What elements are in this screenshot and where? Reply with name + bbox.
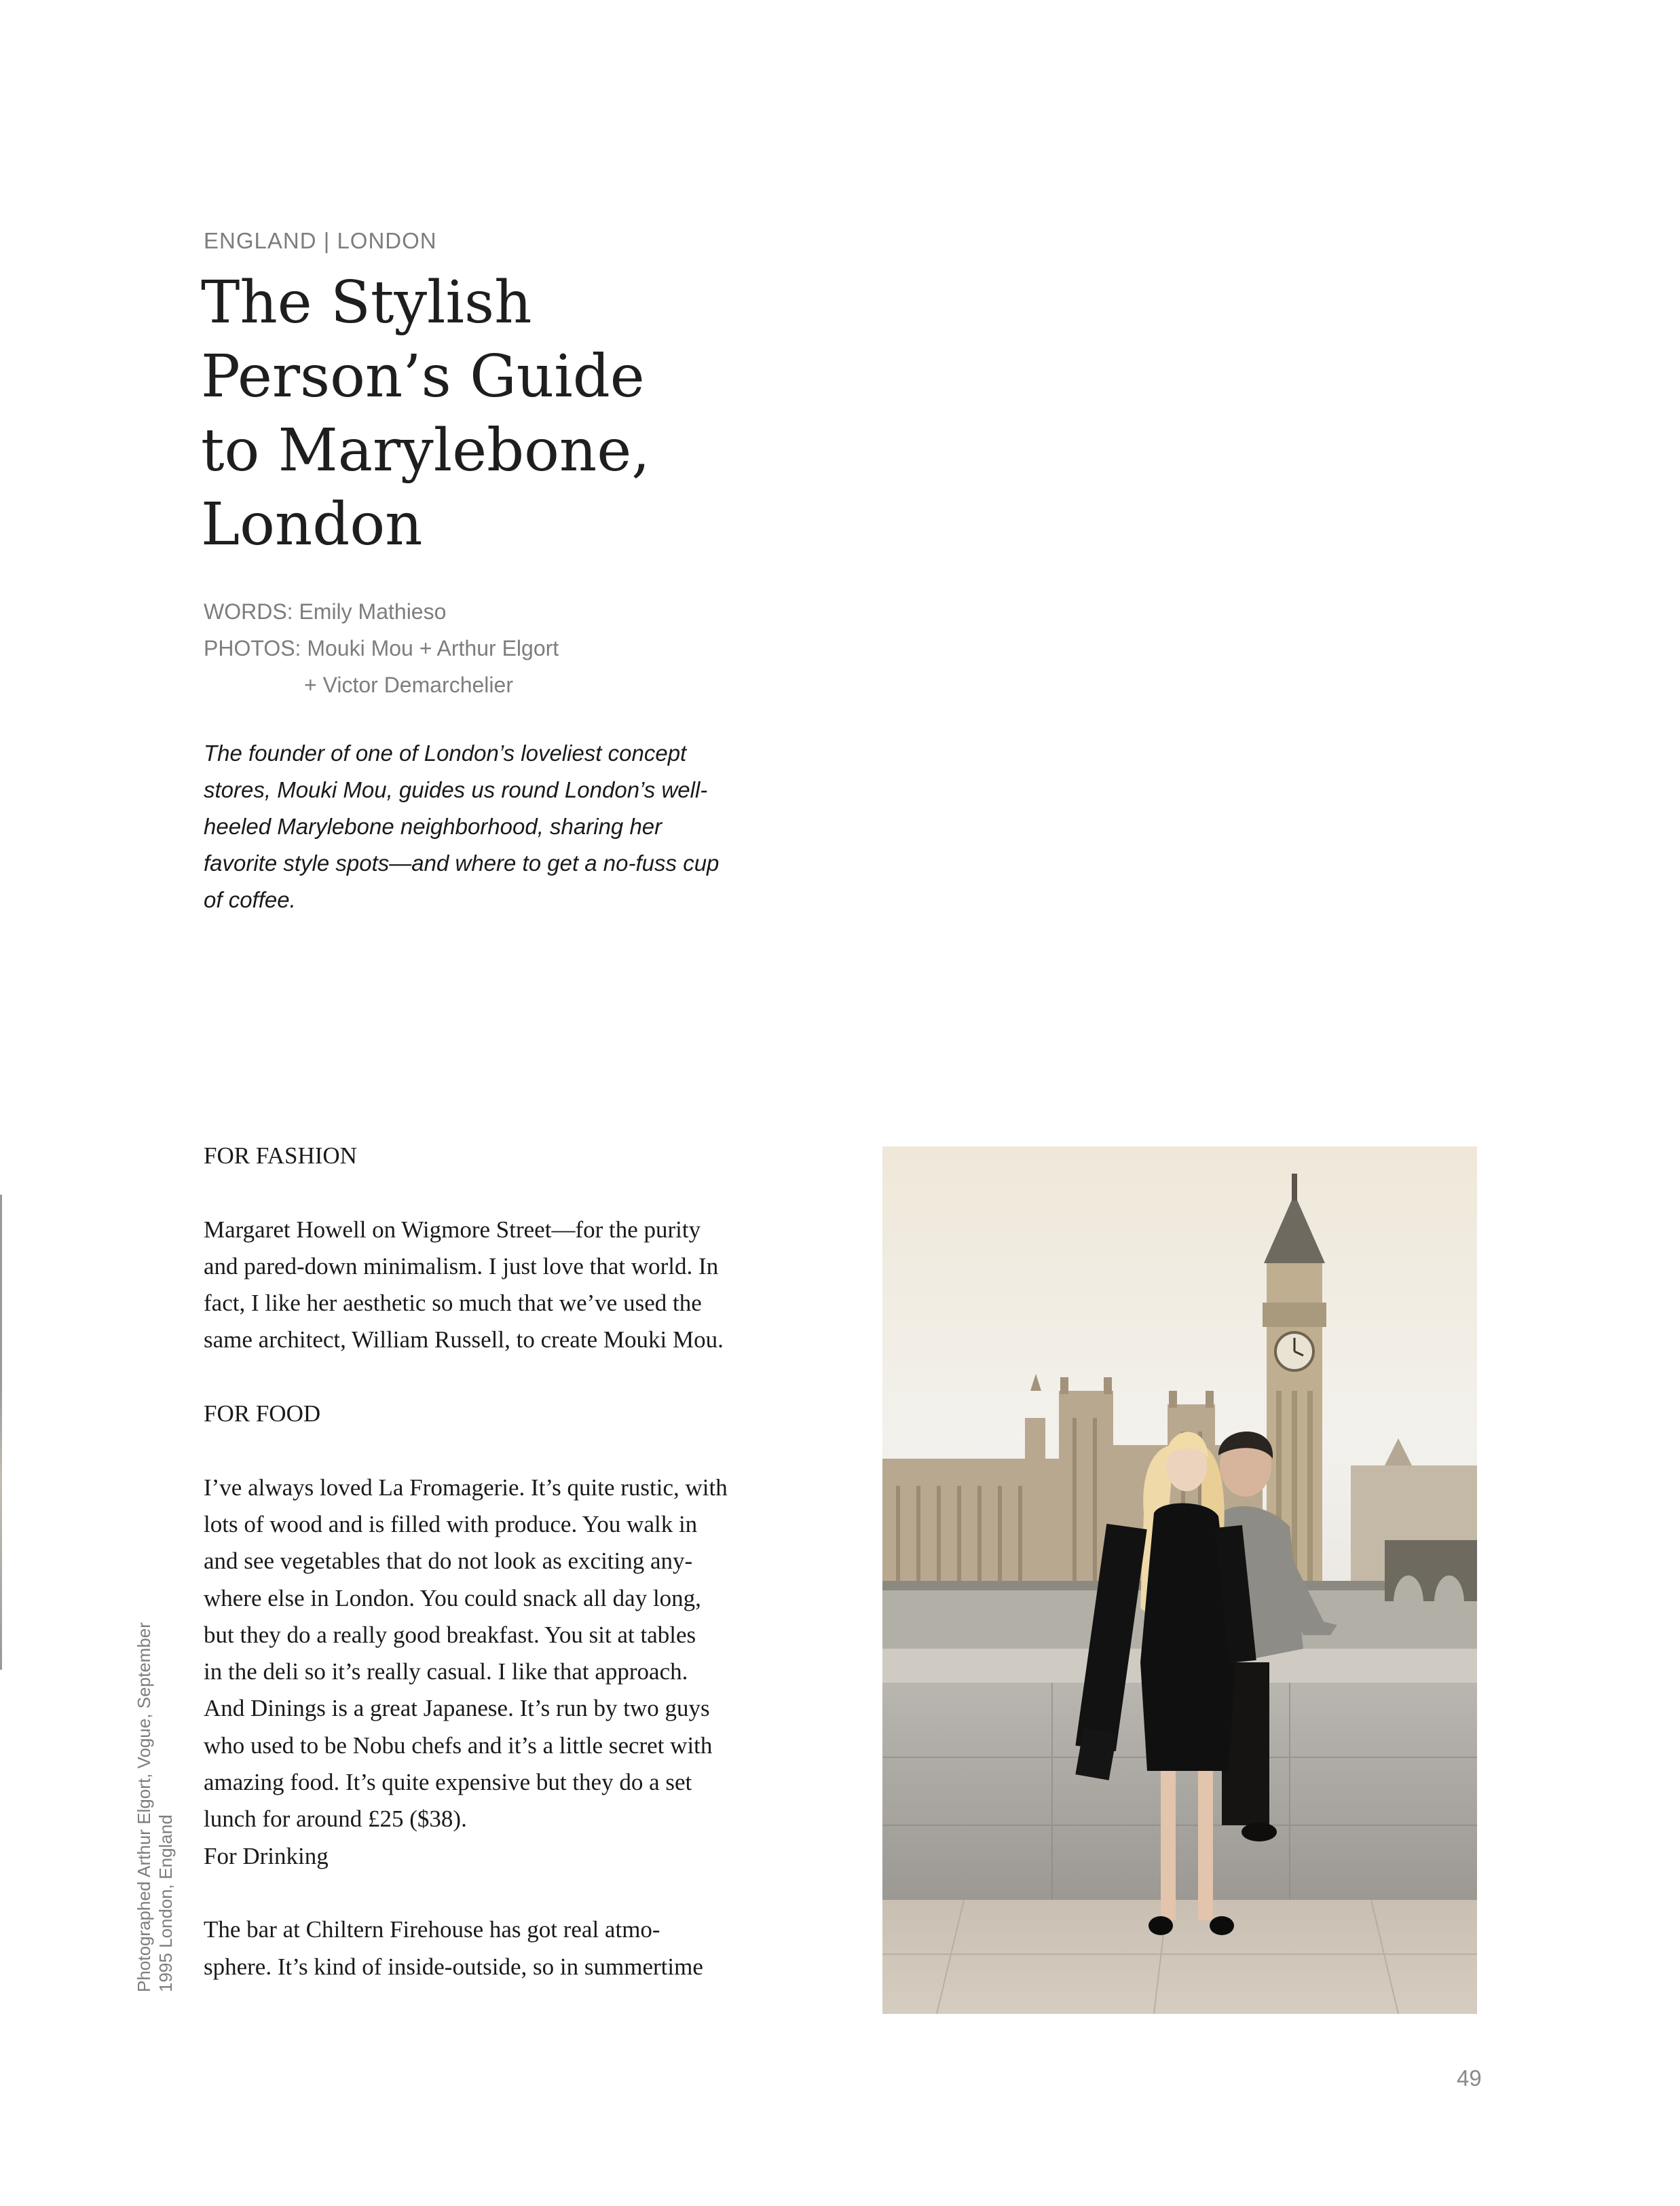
photo-illustration (882, 1146, 1477, 2014)
magazine-page: ENGLAND | LONDON The Stylish Person’s Gu… (0, 0, 1680, 2206)
body-line: and see vegetables that do not look as e… (204, 1548, 693, 1575)
fashion-photo (882, 1146, 1477, 2014)
body-line: lunch for around £25 ($38). (204, 1806, 467, 1833)
article-body: FOR FASHION Margaret Howell on Wigmore S… (204, 1138, 815, 1985)
deck-line: favorite style spots—and where to get a … (204, 850, 720, 876)
page-edge-shadow (0, 1195, 2, 1670)
title-line: London (201, 491, 423, 559)
body-line: where else in London. You could snack al… (204, 1584, 701, 1611)
deck-line: of coffee. (204, 887, 296, 912)
deck-line: The founder of one of London’s loveliest… (204, 741, 687, 766)
photo-credit-caption: Photographed Arthur Elgort, Vogue, Septe… (133, 1558, 176, 1992)
body-line: but they do a really good breakfast. You… (204, 1621, 696, 1648)
body-line: same architect, William Russell, to crea… (204, 1326, 724, 1353)
body-line: Margaret Howell on Wigmore Street—for th… (204, 1216, 701, 1243)
photos-credit-continued: + Victor Demarchelier (304, 673, 513, 697)
page-number: 49 (1457, 2065, 1482, 2091)
caption-line: 1995 London, England (155, 1814, 176, 1992)
body-line: The bar at Chiltern Firehouse has got re… (204, 1916, 660, 1943)
body-line: And Dinings is a great Japanese. It’s ru… (204, 1695, 710, 1722)
title-line: The Stylish (201, 269, 532, 337)
body-line: sphere. It’s kind of inside-outside, so … (204, 1953, 703, 1980)
body-line: amazing food. It’s quite expensive but t… (204, 1769, 692, 1796)
words-credit: WORDS: Emily Mathieso (204, 599, 447, 624)
deck-line: stores, Mouki Mou, guides us round Londo… (204, 777, 708, 802)
title-line: Person’s Guide (201, 343, 645, 411)
byline-credits: WORDS: Emily Mathieso PHOTOS: Mouki Mou … (204, 593, 559, 703)
body-line: in the deli so it’s really casual. I lik… (204, 1658, 688, 1685)
body-line: For Drinking (204, 1842, 329, 1869)
body-line: and pared-down minimalism. I just love t… (204, 1252, 719, 1279)
article-deck: The founder of one of London’s loveliest… (204, 735, 815, 918)
body-line: lots of wood and is filled with produce.… (204, 1510, 698, 1537)
food-heading: FOR FOOD (204, 1400, 321, 1427)
title-line: to Marylebone, (201, 417, 650, 485)
deck-line: heeled Marylebone neighborhood, sharing … (204, 814, 662, 839)
article-title: The Stylish Person’s Guide to Marylebone… (201, 266, 880, 562)
body-line: fact, I like her aesthetic so much that … (204, 1290, 702, 1317)
body-line: I’ve always loved La Fromagerie. It’s qu… (204, 1474, 728, 1501)
fashion-heading: FOR FASHION (204, 1142, 357, 1169)
section-kicker: ENGLAND | LONDON (204, 228, 437, 253)
body-line: who used to be Nobu chefs and it’s a lit… (204, 1732, 713, 1759)
photos-credit: PHOTOS: Mouki Mou + Arthur Elgort (204, 636, 559, 660)
caption-line: Photographed Arthur Elgort, Vogue, Septe… (134, 1622, 154, 1992)
